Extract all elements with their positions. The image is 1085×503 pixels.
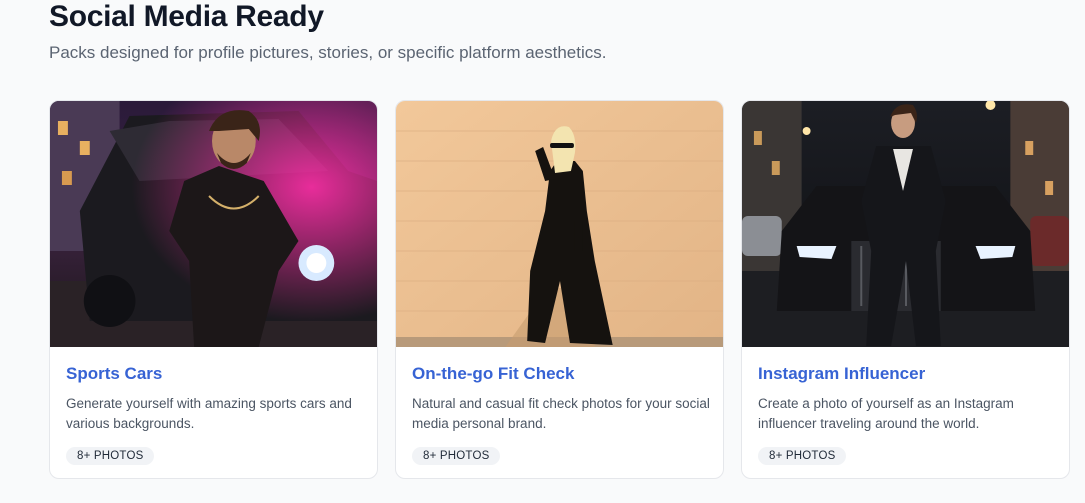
pack-image-instagram-influencer[interactable] <box>742 101 1069 347</box>
pack-image-fit-check[interactable] <box>396 101 723 347</box>
photo-count-badge: 8+ PHOTOS <box>412 447 501 465</box>
card-body: Instagram Influencer Create a photo of y… <box>742 347 1069 465</box>
pack-card-fit-check[interactable]: On-the-go Fit Check Natural and casual f… <box>395 100 724 479</box>
pack-title[interactable]: On-the-go Fit Check <box>412 364 707 384</box>
pack-card-instagram-influencer[interactable]: Instagram Influencer Create a photo of y… <box>741 100 1070 479</box>
pack-card-sports-cars[interactable]: Sports Cars Generate yourself with amazi… <box>49 100 378 479</box>
pack-image-sports-cars[interactable] <box>50 101 377 347</box>
pack-description: Natural and casual fit check photos for … <box>412 396 710 431</box>
pack-description: Generate yourself with amazing sports ca… <box>66 396 352 431</box>
section-subtitle: Packs designed for profile pictures, sto… <box>49 43 607 62</box>
pack-title[interactable]: Instagram Influencer <box>758 364 1053 384</box>
card-body: On-the-go Fit Check Natural and casual f… <box>396 347 723 465</box>
section-title: Social Media Ready <box>49 0 324 33</box>
pack-title[interactable]: Sports Cars <box>66 364 361 384</box>
page: Social Media Ready Packs designed for pr… <box>0 0 1085 503</box>
photo-count-badge: 8+ PHOTOS <box>66 447 155 465</box>
photo-count-badge: 8+ PHOTOS <box>758 447 847 465</box>
pack-description: Create a photo of yourself as an Instagr… <box>758 396 1014 431</box>
pack-card-list: Sports Cars Generate yourself with amazi… <box>49 100 1070 479</box>
card-body: Sports Cars Generate yourself with amazi… <box>50 347 377 465</box>
